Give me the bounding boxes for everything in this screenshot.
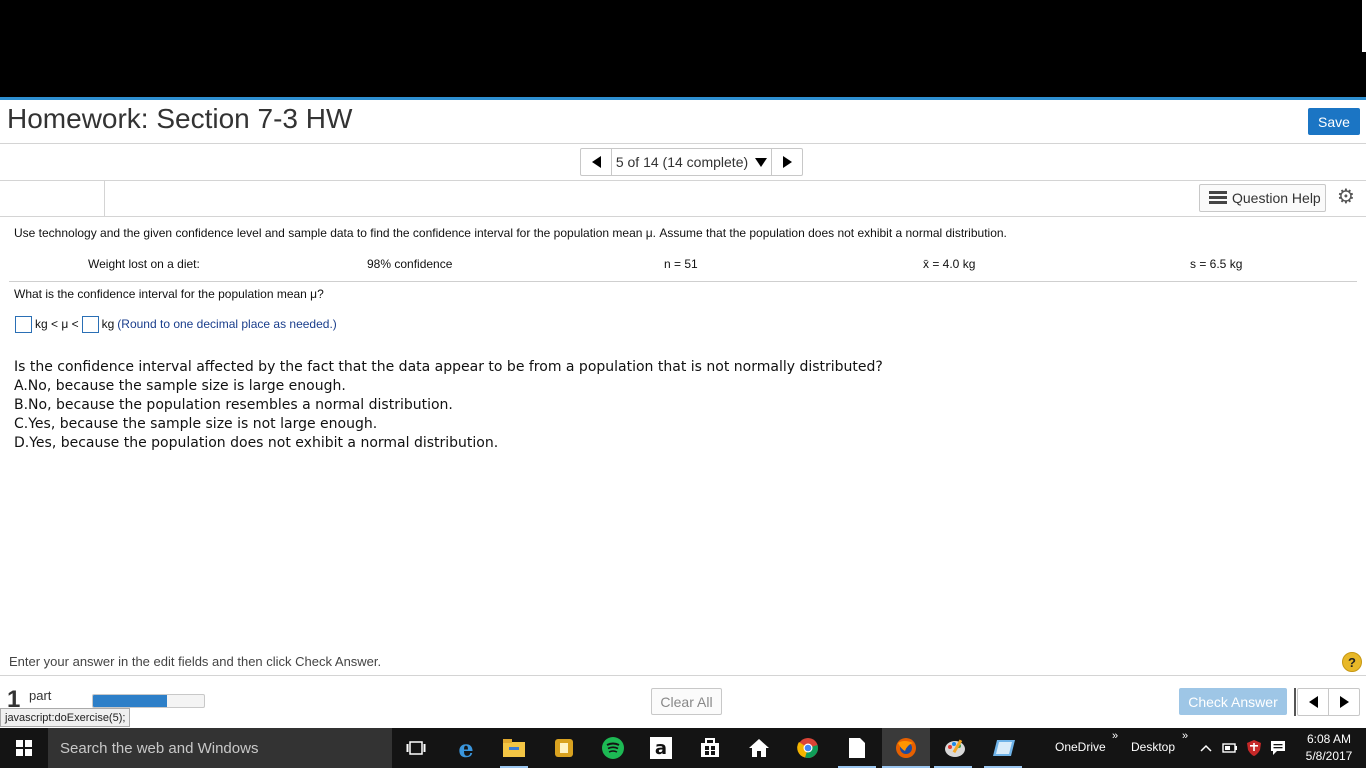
chevron-icon[interactable]: » (1112, 730, 1118, 742)
ci-answer-row: kg < μ < kg (Round to one decimal place … (15, 315, 337, 333)
home-icon[interactable] (748, 737, 770, 759)
task-view-icon[interactable] (405, 737, 427, 759)
mc-prompt: Is the confidence interval affected by t… (14, 359, 883, 375)
gear-icon[interactable]: ⚙ (1336, 187, 1356, 207)
data-sample-mean: x̄ = 4.0 kg (923, 257, 976, 271)
taskbar-search[interactable]: Search the web and Windows (48, 728, 392, 768)
document-icon[interactable] (846, 737, 868, 759)
data-confidence: 98% confidence (367, 257, 453, 271)
windows-taskbar: Search the web and Windows e a OneDrive … (0, 728, 1366, 768)
divider (0, 216, 1366, 217)
paint-icon[interactable] (944, 737, 966, 759)
list-icon (1209, 191, 1227, 205)
data-std-dev: s = 6.5 kg (1190, 257, 1243, 271)
clock-date: 5/8/2017 (1305, 749, 1353, 763)
help-icon[interactable]: ? (1342, 652, 1362, 672)
divider-vertical (1294, 688, 1296, 716)
save-button[interactable]: Save (1308, 108, 1360, 135)
desktop-toolbar-label[interactable]: Desktop (1131, 740, 1175, 754)
bottom-navigator (1297, 688, 1360, 716)
previous-question-button[interactable] (1298, 689, 1329, 715)
rounding-note: (Round to one decimal place as needed.) (117, 317, 337, 331)
clock-time: 6:08 AM (1306, 732, 1352, 746)
page-title: Homework: Section 7-3 HW (7, 103, 353, 134)
question-help-button[interactable]: Question Help (1199, 184, 1326, 212)
data-sample-size: n = 51 (664, 257, 698, 271)
amazon-icon[interactable]: a (650, 737, 672, 759)
next-question-button[interactable] (1329, 689, 1359, 715)
action-center-icon[interactable] (1269, 737, 1287, 759)
show-hidden-icons-icon[interactable] (1197, 737, 1215, 759)
store-icon[interactable] (699, 737, 721, 759)
divider-vertical (104, 181, 105, 216)
mc-option-a[interactable]: A.No, because the sample size is large e… (14, 378, 346, 394)
upper-bound-input[interactable] (81, 315, 99, 333)
browser-top-area (0, 0, 1366, 97)
notes-app-icon[interactable] (553, 737, 575, 759)
edge-strip (1362, 0, 1366, 52)
firefox-icon[interactable] (895, 737, 917, 759)
data-label: Weight lost on a diet: (88, 257, 200, 271)
security-shield-icon[interactable] (1245, 737, 1263, 759)
previous-question-button[interactable] (581, 149, 612, 175)
header-accent-line (0, 97, 1366, 100)
clear-all-button[interactable]: Clear All (651, 688, 722, 715)
divider (0, 675, 1366, 676)
file-explorer-icon[interactable] (503, 737, 525, 759)
browser-status-bar: javascript:doExercise(5); (0, 708, 131, 727)
notepad-icon[interactable] (993, 737, 1015, 759)
instruction-text: Enter your answer in the edit fields and… (9, 654, 382, 669)
mc-option-d[interactable]: D.Yes, because the population does not e… (14, 435, 498, 451)
question-position-label: 5 of 14 (14 complete) (615, 154, 749, 170)
next-question-button[interactable] (771, 149, 802, 175)
part-label: part (29, 688, 52, 703)
divider (0, 180, 1366, 181)
ci-prompt: What is the confidence interval for the … (14, 287, 324, 301)
ci-unit-text: kg (101, 317, 115, 331)
battery-icon[interactable] (1221, 737, 1239, 759)
start-button[interactable] (0, 728, 48, 768)
mc-option-b[interactable]: B.No, because the population resembles a… (14, 397, 453, 413)
spotify-icon[interactable] (602, 737, 624, 759)
chevron-icon[interactable]: » (1182, 730, 1188, 742)
lower-bound-input[interactable] (15, 315, 32, 333)
mc-option-c[interactable]: C.Yes, because the sample size is not la… (14, 416, 377, 432)
arrow-right-icon (1339, 696, 1349, 708)
arrow-left-icon (1308, 696, 1318, 708)
question-intro: Use technology and the given confidence … (14, 226, 1007, 240)
progress-fill (93, 695, 168, 707)
arrow-right-icon (782, 156, 792, 168)
progress-bar (92, 694, 205, 708)
divider (9, 281, 1357, 282)
question-navigator: 5 of 14 (14 complete) (580, 148, 803, 176)
taskbar-clock[interactable]: 6:08 AM 5/8/2017 (1300, 731, 1358, 765)
chrome-icon[interactable] (797, 737, 819, 759)
arrow-left-icon (591, 156, 601, 168)
check-answer-button[interactable]: Check Answer (1179, 688, 1287, 715)
windows-icon (16, 740, 32, 756)
caret-down-icon (755, 157, 768, 167)
onedrive-toolbar-label[interactable]: OneDrive (1055, 740, 1106, 754)
divider (0, 143, 1366, 144)
question-position-dropdown[interactable]: 5 of 14 (14 complete) (612, 149, 771, 175)
ci-middle-text: kg < μ < (35, 317, 79, 331)
edge-browser-icon[interactable]: e (455, 734, 477, 763)
question-help-label: Question Help (1232, 190, 1321, 206)
